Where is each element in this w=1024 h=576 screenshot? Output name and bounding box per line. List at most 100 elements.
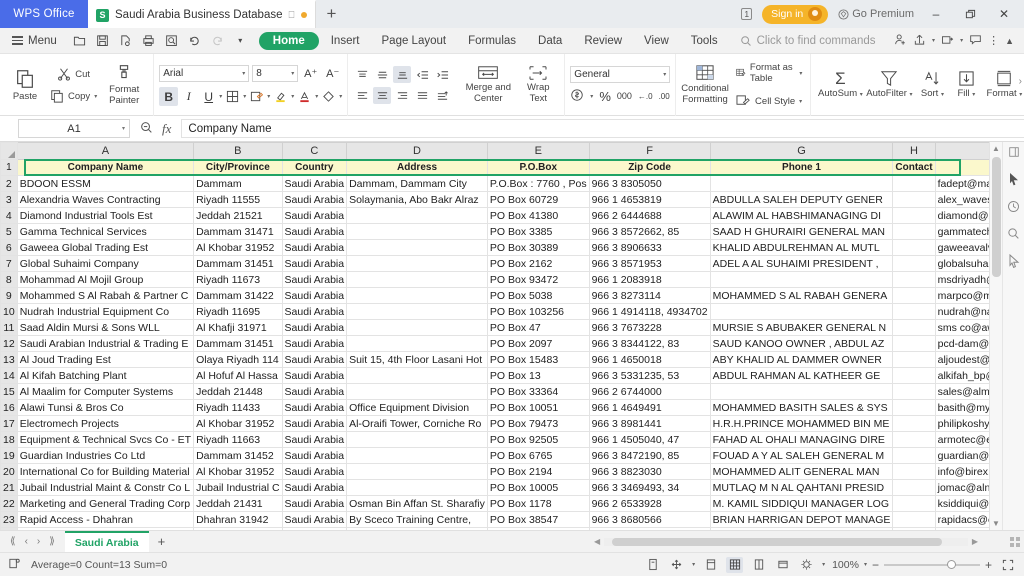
grid-cell[interactable]: Saudi Arabia bbox=[281, 175, 348, 192]
grid-cell[interactable]: PO Box 15483 bbox=[486, 351, 590, 368]
borders-icon[interactable] bbox=[223, 87, 242, 106]
grid-cell[interactable]: PO Box 79473 bbox=[486, 415, 590, 432]
find-icon[interactable] bbox=[161, 30, 182, 51]
full-screen-view-icon[interactable] bbox=[774, 557, 791, 573]
grid-cell[interactable]: Dammam 31452 bbox=[193, 447, 283, 464]
search-panel-icon[interactable] bbox=[1007, 227, 1020, 243]
grid-cell[interactable]: PO Box 41380 bbox=[486, 207, 590, 224]
cell-style-button[interactable]: Cell Style ▾ bbox=[733, 92, 805, 110]
grid-cell[interactable] bbox=[892, 191, 936, 208]
tab-home[interactable]: Home bbox=[258, 31, 319, 50]
name-box[interactable]: A1 ▾ bbox=[18, 119, 130, 138]
document-tab-saudi-arabia-business-database[interactable]: S Saudi Arabia Business Database ⎕ bbox=[88, 0, 316, 28]
grid-cell[interactable] bbox=[346, 431, 488, 448]
grid-cell[interactable]: Saudi Arabia bbox=[281, 415, 348, 432]
grid-cell[interactable] bbox=[892, 527, 936, 530]
grid-cell[interactable]: MOHAMMED ALIT GENERAL MAN bbox=[709, 463, 894, 480]
table-row[interactable]: 16 Alawi Tunsi & Bros Co Riyadh 11433 Saudi… bbox=[0, 399, 989, 416]
table-row[interactable]: 9 Mohammed S Al Rabah & Partner C Dammam 3… bbox=[0, 287, 989, 304]
grid-cell[interactable] bbox=[892, 335, 936, 352]
page-view-icon[interactable] bbox=[668, 557, 685, 573]
fill-button[interactable]: Fill ▾ bbox=[950, 70, 982, 100]
grid-cell[interactable]: Al Kifah Batching Plant bbox=[16, 367, 195, 384]
row-header[interactable]: 4 bbox=[0, 207, 18, 224]
grid-cell[interactable]: ABDUL RAHMAN AL KATHEER GE bbox=[709, 367, 894, 384]
grid-cell[interactable]: 966 3 8572662, 85 bbox=[588, 223, 711, 240]
grid-cell[interactable] bbox=[892, 463, 936, 480]
row-header[interactable]: 20 bbox=[0, 463, 18, 480]
grid-cell[interactable]: Riyadh 11433 bbox=[193, 399, 283, 416]
row-header[interactable]: 16 bbox=[0, 399, 18, 416]
grid-cell[interactable]: 966 3 7673228 bbox=[588, 319, 711, 336]
column-title-cell[interactable]: City/Province bbox=[193, 159, 283, 176]
share-person-icon[interactable] bbox=[894, 33, 907, 49]
grid-cell[interactable]: 966 1 4505040, 47 bbox=[588, 431, 711, 448]
grid-cell[interactable]: SAAD H GHURAIRI GENERAL MAN bbox=[709, 223, 894, 240]
grid-cell[interactable]: rapidacs@emirates.net.ae bbox=[934, 511, 989, 528]
grid-cell[interactable]: PO Box 5038 bbox=[486, 287, 590, 304]
grid-cell[interactable]: Suit 15, 4th Floor Lasani Hot bbox=[346, 351, 488, 368]
grid-cell[interactable]: 966 3 8344122, 83 bbox=[588, 335, 711, 352]
go-premium-button[interactable]: Go Premium bbox=[838, 8, 914, 20]
grid-cell[interactable]: Saudi Pan Gulf-UBMO bbox=[16, 527, 195, 530]
grid-cell[interactable]: Saudi Arabia bbox=[281, 479, 348, 496]
grid-cell[interactable]: BRIAN HARRIGAN DEPOT MANAGE bbox=[709, 511, 894, 528]
grid-cell[interactable]: Jubail Industrial C bbox=[193, 479, 283, 496]
grid-cell[interactable]: PO Box 6765 bbox=[486, 447, 590, 464]
grid-cell[interactable]: Al Khobar 31952 bbox=[193, 239, 283, 256]
column-header-G[interactable]: G bbox=[709, 142, 894, 160]
tab-data[interactable]: Data bbox=[528, 32, 572, 50]
table-row[interactable]: 3 Alexandria Waves Contracting Riyadh 1155… bbox=[0, 191, 989, 208]
grid-cell[interactable]: Saudi Arabia bbox=[281, 207, 348, 224]
maximize-restore-button[interactable] bbox=[958, 0, 982, 28]
grid-cell[interactable]: Mohammad Al Mojil Group bbox=[16, 271, 195, 288]
copy-caret-icon[interactable]: ▾ bbox=[94, 93, 97, 100]
table-row[interactable]: 13 Al Joud Trading Est Olaya Riyadh 114 Sau… bbox=[0, 351, 989, 368]
justify-icon[interactable] bbox=[413, 87, 431, 104]
grid-cell[interactable]: Saudi Arabia bbox=[281, 303, 348, 320]
grid-cell[interactable]: Saudi Arabia bbox=[281, 271, 348, 288]
table-row[interactable]: 21 Jubail Industrial Maint & Constr Co LJ… bbox=[0, 479, 989, 496]
underline-caret-icon[interactable]: ▾ bbox=[219, 93, 222, 100]
grid-cell[interactable] bbox=[346, 207, 488, 224]
grid-cell[interactable] bbox=[892, 415, 936, 432]
percent-format-button[interactable]: % bbox=[599, 89, 611, 104]
grid-cell[interactable]: KHALID ABDULREHMAN AL MUTL bbox=[709, 239, 894, 256]
grid-cell[interactable] bbox=[892, 303, 936, 320]
grid-cell[interactable]: Saudi Arabia bbox=[281, 527, 348, 530]
column-header-I[interactable]: I bbox=[934, 142, 989, 160]
grid-cell[interactable] bbox=[892, 351, 936, 368]
grid-cell[interactable]: MOHAMMED S AL RABAH GENERA bbox=[709, 287, 894, 304]
grid-cell[interactable]: Rapid Access - Dhahran bbox=[16, 511, 195, 528]
row-header[interactable]: 15 bbox=[0, 383, 18, 400]
borders-caret-icon[interactable]: ▾ bbox=[243, 93, 246, 100]
align-center-icon[interactable] bbox=[373, 87, 392, 104]
grid-cell[interactable]: PO Box 33364 bbox=[486, 383, 590, 400]
table-row[interactable]: 12 Saudi Arabian Industrial & Trading E Da… bbox=[0, 335, 989, 352]
grid-cell[interactable]: basith@myway.com bbox=[934, 399, 989, 416]
grid-cell[interactable]: philipkoshy@nesma.net.sa bbox=[934, 415, 989, 432]
decrease-indent-icon[interactable] bbox=[413, 66, 431, 83]
tab-review[interactable]: Review bbox=[574, 32, 632, 50]
grid-cell[interactable] bbox=[709, 271, 894, 288]
grid-cell[interactable] bbox=[346, 223, 488, 240]
grid-cell[interactable]: Jeddah 21521 bbox=[193, 207, 283, 224]
pane-collapse-icon[interactable] bbox=[1008, 146, 1020, 161]
grid-cell[interactable] bbox=[346, 239, 488, 256]
scroll-down-icon[interactable]: ▼ bbox=[992, 517, 1000, 530]
grid-cell[interactable]: PO Box 1178 bbox=[486, 495, 590, 512]
grid-cell[interactable]: BDOON ESSM bbox=[16, 175, 195, 192]
grid-cell[interactable]: PO Box 2162 bbox=[486, 255, 590, 272]
grid-cell[interactable]: 966 1 4914118, 4934702 bbox=[588, 303, 711, 320]
zoom-slider-knob[interactable] bbox=[946, 559, 956, 569]
row-header[interactable]: 24 bbox=[0, 527, 18, 530]
reading-layout-icon[interactable] bbox=[644, 557, 661, 573]
table-row[interactable]: 20 International Co for Building Material… bbox=[0, 463, 989, 480]
table-row[interactable]: 22 Marketing and General Trading Corp Jedd… bbox=[0, 495, 989, 512]
merge-and-center-button[interactable]: Merge and Center bbox=[459, 65, 517, 105]
table-row[interactable]: 24Saudi Pan Gulf-UBMORiyadh 11413Saudi A… bbox=[0, 527, 989, 530]
insert-function-icon[interactable]: fx bbox=[162, 121, 171, 137]
grid-cell[interactable]: Saudi Arabia bbox=[281, 351, 348, 368]
grid-cell[interactable]: Olaya Riyadh 114 bbox=[193, 351, 283, 368]
zoom-out-button[interactable]: − bbox=[872, 558, 879, 572]
